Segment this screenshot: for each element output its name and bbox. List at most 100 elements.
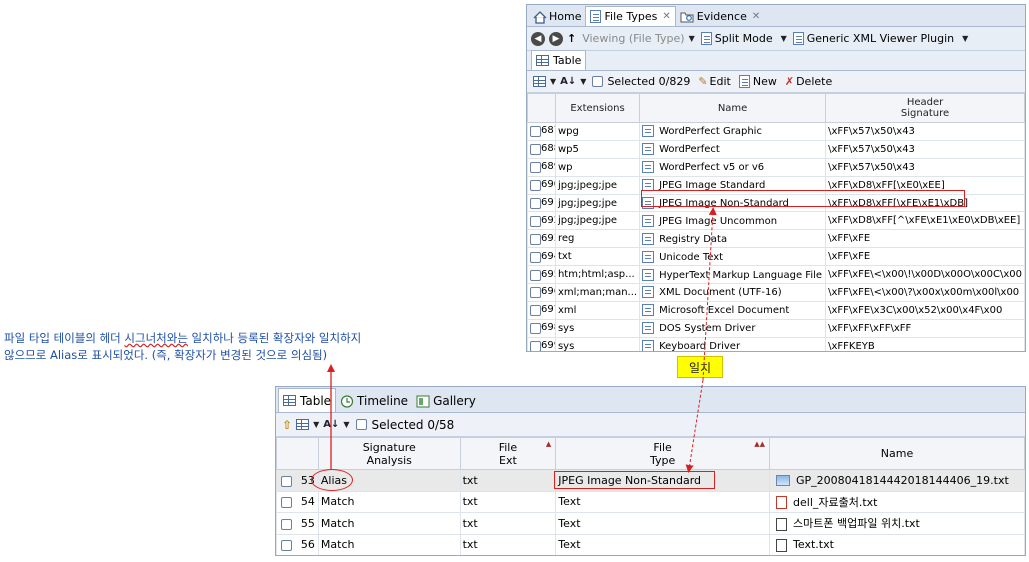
table-row[interactable]: 694txt Unicode Text \xFF\xFE xyxy=(527,247,1025,267)
delete-button[interactable]: ✗ Delete xyxy=(785,75,832,88)
signature-cell: \xFF\xFF\xFF\xFF xyxy=(825,318,1025,338)
timeline-icon xyxy=(340,394,354,408)
row-checkbox[interactable] xyxy=(530,305,541,317)
table-row[interactable]: 698sys DOS System Driver \xFF\xFF\xFF\xFF xyxy=(527,318,1025,338)
row-number: 693 xyxy=(541,232,554,244)
row-checkbox[interactable] xyxy=(530,126,541,138)
plugin-button[interactable]: Generic XML Viewer Plugin xyxy=(792,32,954,45)
table-row[interactable]: 697xml Microsoft Excel Document \xFF\xFE\x… xyxy=(527,300,1025,320)
name-text: WordPerfect v5 or v6 xyxy=(659,162,765,174)
edit-button[interactable]: ✎ Edit xyxy=(698,75,731,88)
columns-icon[interactable] xyxy=(533,76,546,87)
table-toolbar: ▼ A↓ ▼ Selected 0/829 ✎ Edit New ✗ Delet… xyxy=(527,71,1025,93)
name-text: Unicode Text xyxy=(659,251,724,263)
tab-table[interactable]: Table xyxy=(531,50,587,70)
chevron-down-icon[interactable]: ▼ xyxy=(343,420,349,429)
row-number: 54 xyxy=(300,495,315,509)
name-text: XML Document (UTF-16) xyxy=(659,287,782,299)
table-row[interactable]: 688wp5 WordPerfect \xFF\x57\x50\x43 xyxy=(527,139,1025,159)
row-checkbox[interactable] xyxy=(281,497,292,509)
select-all-checkbox[interactable] xyxy=(355,419,367,430)
name-cell: dell_자료출처.txt xyxy=(769,490,1025,513)
sort-icon[interactable]: A↓ xyxy=(323,419,339,430)
table-row[interactable]: 692jpg;jpeg;jpe JPEG Image Uncommon \xFF\x… xyxy=(527,211,1025,231)
table-row[interactable]: 689wp WordPerfect v5 or v6 \xFF\x57\x50\x4… xyxy=(527,157,1025,177)
table-row[interactable]: 696xml;man;man... XML Document (UTF-16) \x… xyxy=(527,283,1025,302)
header-file-type[interactable]: ▲▲ File Type xyxy=(555,437,771,470)
row-checkbox[interactable] xyxy=(530,251,541,263)
back-icon[interactable]: ◀ xyxy=(531,31,545,46)
header-signature-analysis[interactable]: Signature Analysis xyxy=(317,437,461,470)
chevron-down-icon[interactable]: ▼ xyxy=(313,420,319,429)
table-header-row: Signature Analysis ▲ File Ext ▲▲ File Ty… xyxy=(276,437,1025,470)
header-extensions[interactable]: Extensions xyxy=(554,93,641,123)
tab-gallery[interactable]: Gallery xyxy=(412,390,480,412)
name-text: WordPerfect Graphic xyxy=(659,126,762,138)
close-icon[interactable]: ✕ xyxy=(752,11,760,22)
tab-evidence[interactable]: Evidence ✕ xyxy=(676,7,764,26)
table-row[interactable]: 687wpg WordPerfect Graphic \xFF\x57\x50\x4… xyxy=(527,122,1025,141)
row-checkbox[interactable] xyxy=(281,475,292,487)
split-mode-button[interactable]: Split Mode xyxy=(700,32,773,45)
row-checkbox[interactable] xyxy=(530,162,541,174)
note-line1-c: 일치하나 등록된 확장자와 일치하지 xyxy=(187,331,362,345)
columns-icon[interactable] xyxy=(296,419,310,430)
close-icon[interactable]: ✕ xyxy=(662,11,670,22)
select-all-checkbox[interactable] xyxy=(592,76,604,87)
row-checkbox[interactable] xyxy=(530,198,541,209)
chevron-down-icon[interactable]: ▼ xyxy=(580,77,586,86)
header-file-ext[interactable]: ▲ File Ext xyxy=(459,437,557,470)
new-button[interactable]: New xyxy=(738,75,777,88)
viewing-dropdown[interactable]: Viewing (File Type) xyxy=(582,32,684,45)
chevron-down-icon[interactable]: ▼ xyxy=(550,77,556,86)
table-row[interactable]: 695htm;html;asp... HyperText Markup Langu… xyxy=(527,265,1025,285)
tab-timeline[interactable]: Timeline xyxy=(336,390,412,412)
row-number-cell: 697 xyxy=(527,300,556,320)
row-checkbox[interactable] xyxy=(530,180,541,192)
signature-cell: \xFF\xFE\<\x00\!\x00D\x00O\x00C\x00 xyxy=(825,265,1025,285)
folder-up-icon[interactable]: ⇧ xyxy=(282,418,292,432)
row-number: 55 xyxy=(300,516,315,530)
file-type-icon xyxy=(642,322,655,335)
header-signature[interactable]: Header Signature xyxy=(825,93,1025,123)
tab-home[interactable]: Home xyxy=(529,7,585,26)
signature-cell: \xFF\x57\x50\x43 xyxy=(825,157,1025,177)
row-checkbox[interactable] xyxy=(281,540,292,552)
row-number-cell: 699 xyxy=(527,336,556,352)
chevron-down-icon[interactable]: ▼ xyxy=(781,34,787,43)
row-checkbox[interactable] xyxy=(530,233,541,245)
signature-analysis-cell: Match xyxy=(317,533,461,555)
chevron-down-icon[interactable]: ▼ xyxy=(689,34,695,43)
extensions-cell: wp xyxy=(554,157,641,177)
tab-table[interactable]: Table xyxy=(278,388,337,412)
table-row[interactable]: 56 Match txt Text Text.txt xyxy=(276,533,1025,555)
signature-cell: \xFF\xFE\<\x00\?\x00x\x00m\x00l\x00 xyxy=(825,283,1025,302)
row-checkbox[interactable] xyxy=(530,341,541,351)
tab-evidence-label: Evidence xyxy=(696,10,747,23)
row-checkbox[interactable] xyxy=(530,144,541,156)
row-checkbox[interactable] xyxy=(530,287,541,299)
up-icon[interactable]: ↑ xyxy=(567,32,576,45)
extensions-cell: xml;man;man... xyxy=(554,283,641,302)
file-type-icon xyxy=(642,214,655,227)
chevron-down-icon[interactable]: ▼ xyxy=(962,34,968,43)
forward-icon[interactable]: ▶ xyxy=(549,31,563,46)
table-row[interactable]: 55 Match txt Text 스마트폰 백업파일 위치.txt xyxy=(276,512,1025,535)
row-checkbox[interactable] xyxy=(530,323,541,335)
signature-analysis-cell: Match xyxy=(317,490,461,513)
sort-icon[interactable]: A↓ xyxy=(560,76,576,87)
header-name[interactable]: Name xyxy=(639,93,827,123)
table-row[interactable]: 699sys Keyboard Driver \xFFKEYB xyxy=(527,336,1025,352)
row-number-cell: 688 xyxy=(527,139,556,159)
table-row[interactable]: 54 Match txt Text dell_자료출처.txt xyxy=(276,490,1025,513)
row-number: 697 xyxy=(541,304,554,316)
row-number: 699 xyxy=(541,340,554,352)
bottom-tabbar: Table Timeline Gallery xyxy=(276,387,1025,413)
tab-file-types[interactable]: File Types ✕ xyxy=(585,6,676,26)
table-row[interactable]: 693reg Registry Data \xFF\xFE xyxy=(527,229,1025,249)
extensions-cell: sys xyxy=(554,318,641,338)
row-checkbox[interactable] xyxy=(530,215,541,227)
header-name[interactable]: Name xyxy=(769,437,1025,470)
row-checkbox[interactable] xyxy=(281,518,292,530)
row-checkbox[interactable] xyxy=(530,269,541,281)
